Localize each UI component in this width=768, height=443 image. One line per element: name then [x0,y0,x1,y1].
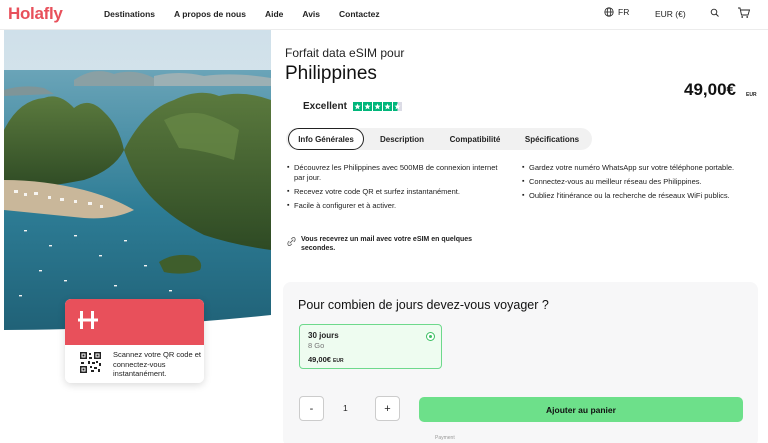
quantity-decrease-button[interactable]: - [299,396,324,421]
rating-stars [352,102,402,111]
promo-header [65,299,204,345]
option-data: 8 Go [308,341,325,350]
feature-item: Découvrez les Philippines avec 500MB de … [287,163,501,183]
main-nav: Destinations A propos de nous Aide Avis … [104,9,399,19]
option-days: 30 jours [308,331,339,340]
features-left: Découvrez les Philippines avec 500MB de … [287,163,501,215]
nav-about[interactable]: A propos de nous [174,9,246,19]
option-price: 49,00€ EUR [308,355,344,364]
currency-selector[interactable]: EUR (€) [655,9,686,19]
nav-contact[interactable]: Contactez [339,9,380,19]
cart-icon[interactable] [737,6,751,19]
features-right: Gardez votre numéro WhatsApp sur votre t… [522,163,740,205]
qr-promo-card: Scannez votre QR code et connectez-vous … [65,299,204,383]
feature-item: Facile à configurer et à activer. [287,201,501,211]
tab-specifications[interactable]: Spécifications [514,128,590,150]
language-label: FR [618,7,630,17]
tab-compatibility[interactable]: Compatibilité [438,128,512,150]
info-tabs: Info Générales Description Compatibilité… [286,128,592,150]
add-to-cart-button[interactable]: Ajouter au panier [419,397,743,422]
mail-note: Vous recevrez un mail avec votre eSIM en… [287,235,497,253]
option-price-value: 49,00€ [308,355,331,364]
feature-item: Gardez votre numéro WhatsApp sur votre t… [522,163,740,173]
mail-note-text: Vous recevrez un mail avec votre eSIM en… [301,236,473,252]
product-title: Philippines [285,63,377,84]
holafly-logo[interactable]: Holafly [8,4,63,24]
feature-item: Connectez-vous au meilleur réseau des Ph… [522,177,740,187]
price-currency: EUR [746,92,757,98]
plan-question: Pour combien de jours devez-vous voyager… [298,298,549,312]
star-icon [352,102,362,111]
globe-icon [604,7,614,17]
product-subtitle: Forfait data eSIM pour [285,46,405,60]
star-icon [382,102,392,111]
holafly-h-icon [78,311,98,329]
tab-description[interactable]: Description [368,128,436,150]
promo-body: Scannez votre QR code et connectez-vous … [65,345,204,383]
product-price: 49,00€ [684,80,736,99]
trustpilot-rating[interactable]: Excellent [303,101,402,112]
star-icon [372,102,382,111]
feature-item: Recevez votre code QR et surfez instanta… [287,187,501,197]
rating-label: Excellent [303,101,347,112]
language-selector[interactable]: FR [604,7,629,17]
plan-option-30-days[interactable]: 30 jours 8 Go 49,00€ EUR [299,324,442,369]
star-half-icon [392,102,402,111]
site-header: Holafly Destinations A propos de nous Ai… [0,0,768,30]
star-icon [362,102,372,111]
option-radio[interactable] [426,332,435,341]
nav-help[interactable]: Aide [265,9,283,19]
payment-label: Payment [435,435,455,441]
quantity-increase-button[interactable]: + [375,396,400,421]
nav-reviews[interactable]: Avis [302,9,320,19]
feature-item: Oubliez l'itinérance ou la recherche de … [522,191,740,201]
nav-destinations[interactable]: Destinations [104,9,155,19]
qr-code-icon [79,351,102,374]
search-icon[interactable] [710,8,720,18]
plan-selector: Pour combien de jours devez-vous voyager… [283,282,758,443]
quantity-value: 1 [343,403,348,413]
option-currency: EUR [333,358,344,364]
tab-general-info[interactable]: Info Générales [288,128,364,150]
link-icon [287,237,296,246]
promo-text: Scannez votre QR code et connectez-vous … [113,350,201,378]
